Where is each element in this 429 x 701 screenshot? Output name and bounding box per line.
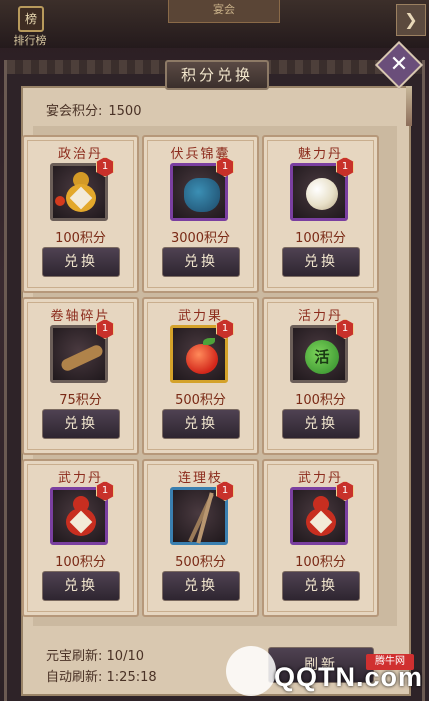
close-icon[interactable]: ✕: [384, 50, 414, 80]
banquet-score: 宴会积分: 1500: [46, 100, 141, 119]
scroll-icon: [59, 343, 105, 373]
item-cost: 100积分: [55, 231, 106, 246]
item-cost: 100积分: [295, 231, 346, 246]
item-card: 魅力丹 1 100积分 兑换: [262, 135, 379, 293]
item-name: 活力丹: [297, 309, 343, 324]
next-arrow-icon[interactable]: ❯: [396, 4, 426, 36]
yuanbao-refresh-value: 10/10: [106, 649, 144, 664]
item-name: 伏兵锦囊: [170, 147, 231, 162]
pouch-icon: [184, 178, 220, 212]
item-cost: 100积分: [55, 555, 106, 570]
exchange-button[interactable]: 兑换: [282, 247, 360, 277]
item-slot[interactable]: 1: [290, 481, 354, 545]
item-name: 卷轴碎片: [50, 309, 111, 324]
item-card: 活力丹 活 1 100积分 兑换: [262, 297, 379, 455]
item-card: 武力丹 1 100积分 兑换: [22, 459, 139, 617]
item-slot[interactable]: 1: [50, 481, 114, 545]
item-cost: 3000积分: [170, 231, 231, 246]
score-label: 宴会积分:: [46, 104, 103, 119]
item-slot[interactable]: 1: [50, 319, 114, 383]
pearl-icon: [306, 178, 338, 210]
dialog-title: 积分兑换: [165, 60, 269, 90]
exchange-button[interactable]: 兑换: [162, 409, 240, 439]
item-name: 连理枝: [177, 471, 223, 486]
item-name: 魅力丹: [297, 147, 343, 162]
item-slot[interactable]: 1: [170, 157, 234, 221]
exchange-button[interactable]: 兑换: [42, 571, 120, 601]
item-slot[interactable]: 1: [170, 319, 234, 383]
exchange-button[interactable]: 兑换: [42, 409, 120, 439]
item-slot[interactable]: 1: [50, 157, 114, 221]
item-card: 政治丹 1 100积分 兑换: [22, 135, 139, 293]
auto-refresh: 自动刷新: 1:25:18: [46, 666, 157, 685]
item-name: 政治丹: [57, 147, 103, 162]
exchange-button[interactable]: 兑换: [162, 247, 240, 277]
leaderboard-button[interactable]: 榜 排行榜: [4, 2, 56, 47]
item-slot[interactable]: 1: [170, 481, 234, 545]
exchange-button[interactable]: 兑换: [162, 571, 240, 601]
exchange-button[interactable]: 兑换: [282, 409, 360, 439]
apple-icon: [186, 344, 218, 374]
yuanbao-refresh-label: 元宝刷新:: [46, 649, 103, 664]
leaderboard-label: 排行榜: [13, 34, 47, 47]
leaf-icon: [203, 338, 215, 345]
auto-refresh-label: 自动刷新:: [46, 670, 103, 685]
item-cost: 100积分: [295, 555, 346, 570]
item-card: 武力丹 1 100积分 兑换: [262, 459, 379, 617]
yuanbao-refresh: 元宝刷新: 10/10: [46, 645, 144, 664]
item-cost: 75积分: [59, 393, 102, 408]
jade-icon: 活: [305, 340, 339, 374]
item-card: 伏兵锦囊 1 3000积分 兑换: [142, 135, 259, 293]
red-berry: [55, 196, 65, 206]
item-cost: 500积分: [175, 555, 226, 570]
item-cost: 500积分: [175, 393, 226, 408]
exchange-button[interactable]: 兑换: [282, 571, 360, 601]
item-slot[interactable]: 活 1: [290, 319, 354, 383]
auto-refresh-value: 1:25:18: [106, 670, 157, 685]
leaderboard-icon: 榜: [18, 6, 44, 32]
exchange-button[interactable]: 兑换: [42, 247, 120, 277]
item-card: 卷轴碎片 1 75积分 兑换: [22, 297, 139, 455]
item-cost: 100积分: [295, 393, 346, 408]
item-name: 武力丹: [57, 471, 103, 486]
watermark-logo: [226, 646, 276, 696]
tassel-decoration: [406, 86, 412, 126]
score-value: 1500: [108, 104, 142, 119]
banquet-tab[interactable]: 宴会: [168, 0, 280, 23]
item-name: 武力果: [177, 309, 223, 324]
watermark-badge: 腾牛网: [366, 654, 414, 670]
item-card: 武力果 1 500积分 兑换: [142, 297, 259, 455]
item-card: 连理枝 1 500积分 兑换: [142, 459, 259, 617]
item-name: 武力丹: [297, 471, 343, 486]
item-slot[interactable]: 1: [290, 157, 354, 221]
